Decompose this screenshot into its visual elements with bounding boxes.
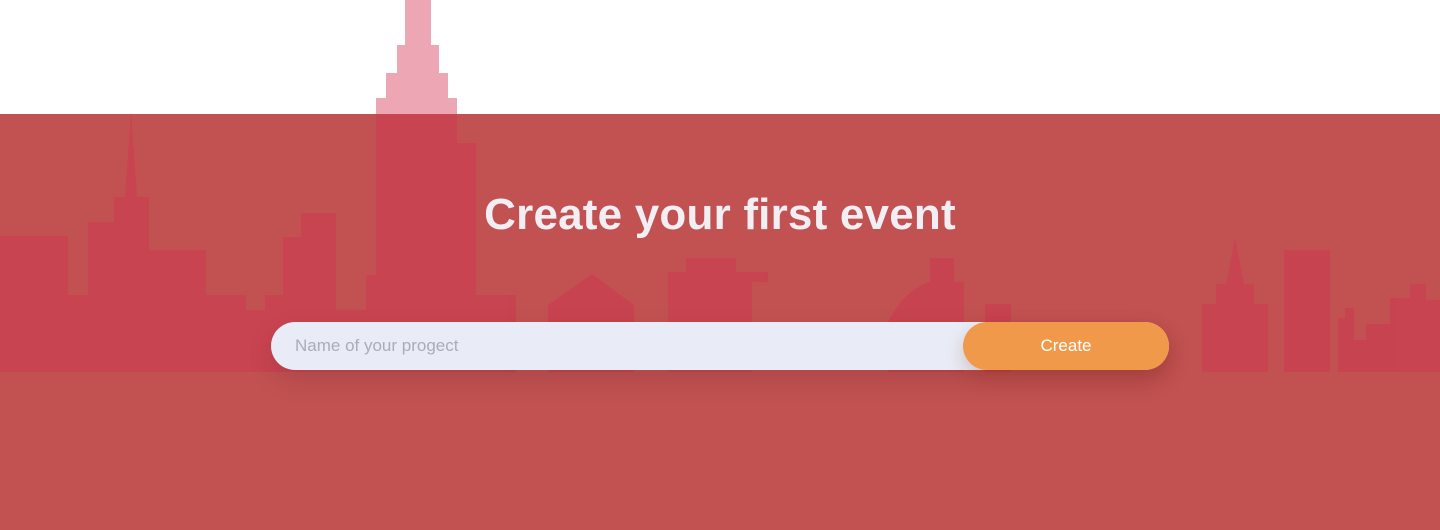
page-title: Create your first event xyxy=(484,190,956,239)
create-button[interactable]: Create xyxy=(963,322,1169,370)
project-name-input[interactable] xyxy=(271,322,963,370)
page: Create your first event Create xyxy=(0,0,1440,530)
city-skyline-illustration xyxy=(0,0,1440,530)
create-event-form: Create xyxy=(271,322,1169,370)
